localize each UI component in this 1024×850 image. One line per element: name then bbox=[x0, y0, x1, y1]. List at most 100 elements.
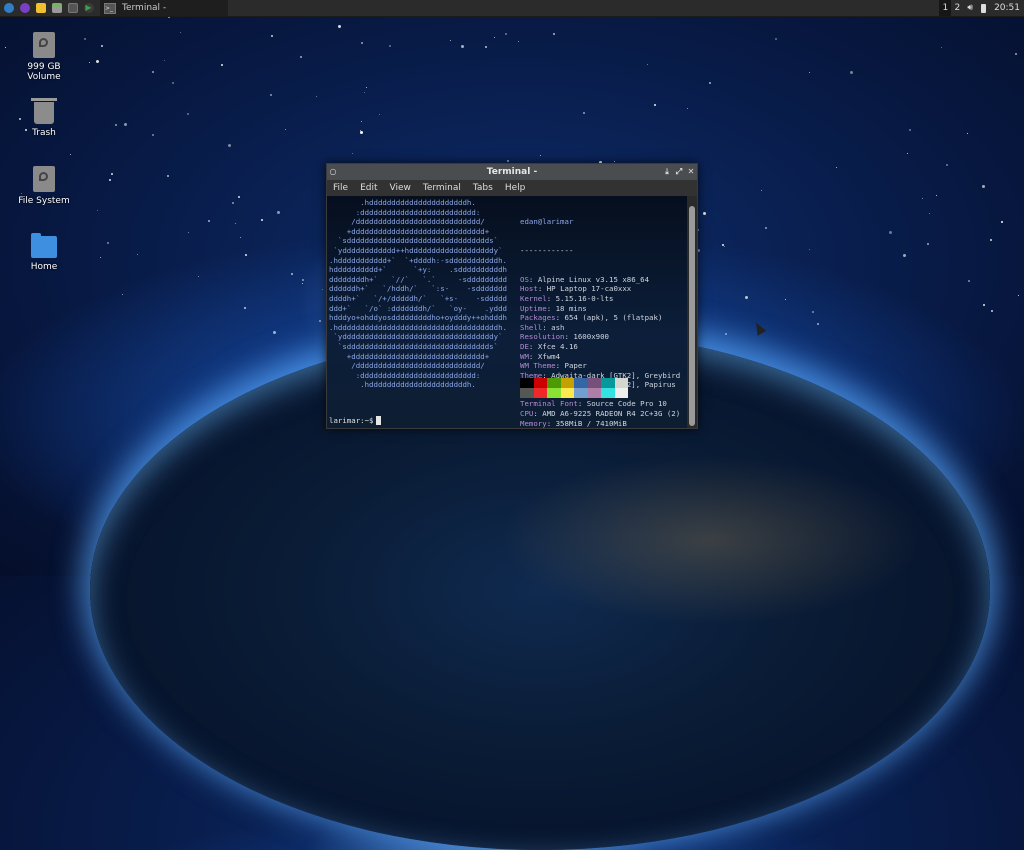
info-value: 1600x900 bbox=[573, 332, 610, 342]
star bbox=[124, 123, 127, 126]
info-line: Uptime: 18 mins bbox=[520, 304, 680, 314]
close-button[interactable]: ✕ bbox=[685, 166, 697, 178]
palette-swatch bbox=[533, 378, 547, 388]
mail-launcher[interactable] bbox=[33, 1, 48, 16]
info-colon: : bbox=[546, 418, 556, 428]
star bbox=[235, 223, 236, 224]
star bbox=[244, 307, 246, 309]
desktop-icon-trash[interactable]: Trash bbox=[9, 98, 79, 138]
desktop-icon-volume[interactable]: 999 GB Volume bbox=[9, 32, 79, 82]
star bbox=[389, 45, 391, 47]
info-colon: : bbox=[577, 399, 587, 409]
star bbox=[172, 82, 174, 84]
star bbox=[100, 257, 101, 258]
star bbox=[198, 276, 199, 277]
trash-label: Trash bbox=[32, 128, 56, 138]
star bbox=[507, 160, 509, 162]
mail-icon bbox=[35, 3, 46, 13]
taskbar-terminal[interactable]: >_ Terminal - bbox=[100, 0, 228, 16]
star bbox=[115, 124, 117, 126]
volume-icon[interactable]: 🔊︎ bbox=[967, 3, 973, 13]
scrollbar[interactable] bbox=[687, 196, 697, 428]
star bbox=[302, 283, 303, 284]
menu-file[interactable]: File bbox=[333, 183, 348, 193]
battery-icon[interactable] bbox=[981, 3, 987, 13]
menu-tabs[interactable]: Tabs bbox=[473, 183, 493, 193]
info-value: Xfce 4.16 bbox=[537, 341, 578, 351]
info-colon: : bbox=[542, 322, 552, 332]
shell-prompt[interactable]: larimar:~$ bbox=[329, 416, 381, 426]
files-launcher[interactable] bbox=[49, 1, 64, 16]
info-line: WM: Xfwm4 bbox=[520, 352, 680, 362]
desktop-icon-filesystem[interactable]: File System bbox=[9, 166, 79, 206]
star bbox=[450, 40, 451, 41]
star bbox=[809, 249, 810, 250]
star bbox=[494, 37, 495, 38]
window-menu-button[interactable]: ○ bbox=[327, 166, 339, 178]
star bbox=[982, 185, 985, 188]
star bbox=[968, 280, 970, 282]
mouse-pointer-icon bbox=[751, 320, 767, 336]
title-bar[interactable]: ○ Terminal - ⤓ ⤢ ✕ bbox=[327, 164, 697, 180]
info-value: 358MiB / 7410MiB bbox=[555, 418, 627, 428]
star bbox=[1015, 53, 1017, 55]
star bbox=[319, 320, 321, 322]
star bbox=[836, 167, 837, 168]
star bbox=[291, 273, 293, 275]
workspace-1[interactable]: 1 bbox=[939, 0, 952, 16]
star bbox=[228, 144, 231, 147]
star bbox=[946, 164, 948, 166]
star bbox=[724, 246, 725, 247]
menu-bar: File Edit View Terminal Tabs Help bbox=[327, 180, 697, 196]
files-icon bbox=[51, 3, 62, 13]
info-key: WM bbox=[520, 351, 529, 361]
browser-launcher[interactable] bbox=[17, 1, 32, 16]
media-icon: ▶ bbox=[83, 3, 94, 13]
terminal-output[interactable]: .hddddddddddddddddddddddh. :dddddddddddd… bbox=[327, 196, 687, 428]
info-key: DE bbox=[520, 341, 529, 351]
palette-swatch bbox=[533, 388, 547, 398]
star bbox=[583, 112, 585, 114]
star bbox=[903, 254, 906, 257]
info-line: DE: Xfce 4.16 bbox=[520, 342, 680, 352]
media-launcher[interactable]: ▶ bbox=[81, 1, 96, 16]
menu-edit[interactable]: Edit bbox=[360, 183, 377, 193]
app-menu-button[interactable] bbox=[1, 1, 16, 16]
minimize-button[interactable]: ⤓ bbox=[661, 166, 673, 178]
task-label: Terminal - bbox=[122, 3, 167, 13]
terminal-task-icon: >_ bbox=[104, 2, 116, 14]
menu-terminal[interactable]: Terminal bbox=[423, 183, 461, 193]
star bbox=[152, 134, 154, 136]
info-colon: : bbox=[555, 313, 565, 323]
menu-help[interactable]: Help bbox=[505, 183, 526, 193]
maximize-button[interactable]: ⤢ bbox=[673, 166, 685, 178]
info-key: Kernel bbox=[520, 293, 547, 303]
star bbox=[152, 71, 154, 73]
menu-view[interactable]: View bbox=[390, 183, 411, 193]
info-line: Packages: 654 (apk), 5 (flatpak) bbox=[520, 313, 680, 323]
clock[interactable]: 20:51 bbox=[994, 3, 1020, 13]
scrollbar-thumb[interactable] bbox=[689, 206, 695, 426]
star bbox=[817, 323, 819, 325]
info-line: CPU: AMD A6-9225 RADEON R4 2C+3G (2) bbox=[520, 409, 680, 419]
separator: ------------ bbox=[520, 245, 574, 255]
info-line: Host: HP Laptop 17-ca0xxx bbox=[520, 284, 680, 294]
star bbox=[967, 133, 968, 134]
star bbox=[485, 46, 487, 48]
info-colon: : bbox=[555, 361, 565, 371]
info-value: Alpine Linux v3.15 x86_64 bbox=[537, 274, 650, 284]
palette-swatch bbox=[601, 388, 615, 398]
star bbox=[188, 232, 189, 233]
desktop-icon-home[interactable]: Home bbox=[9, 233, 79, 272]
star bbox=[379, 114, 380, 115]
terminal-launcher[interactable] bbox=[65, 1, 80, 16]
star bbox=[983, 304, 985, 306]
star bbox=[360, 131, 363, 134]
info-value: Xfwm4 bbox=[537, 351, 561, 361]
info-value: 654 (apk), 5 (flatpak) bbox=[564, 313, 663, 323]
star bbox=[273, 331, 276, 334]
star bbox=[687, 108, 688, 109]
star bbox=[164, 60, 165, 61]
workspace-2[interactable]: 2 bbox=[951, 0, 963, 16]
info-value: ash bbox=[551, 322, 565, 332]
